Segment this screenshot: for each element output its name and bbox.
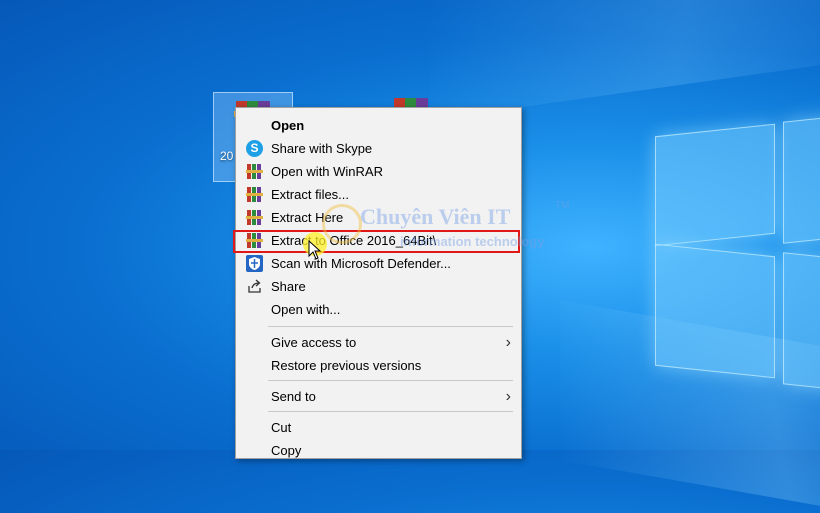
menu-item-restore-previous-versions[interactable]: Restore previous versions: [236, 354, 521, 377]
watermark-trademark: TM: [555, 200, 570, 211]
menu-item-label: Scan with Microsoft Defender...: [271, 256, 451, 271]
menu-separator: [268, 380, 513, 381]
menu-item-cut[interactable]: Cut: [236, 416, 521, 439]
winrar-icon: [246, 163, 263, 180]
winrar-icon: [246, 209, 263, 226]
menu-item-label: Share: [271, 279, 306, 294]
defender-shield-icon: [246, 255, 263, 272]
chevron-right-icon: ›: [505, 334, 511, 351]
menu-item-extract-here[interactable]: Extract Here: [236, 206, 521, 229]
menu-item-share-with-skype[interactable]: S Share with Skype: [236, 137, 521, 160]
menu-item-give-access-to[interactable]: Give access to ›: [236, 331, 521, 354]
chevron-right-icon: ›: [505, 388, 511, 405]
menu-item-label: Cut: [271, 420, 292, 435]
winrar-icon: [246, 186, 263, 203]
menu-item-copy[interactable]: Copy: [236, 439, 521, 462]
share-icon: [246, 278, 263, 295]
menu-item-label: Give access to: [271, 335, 357, 350]
menu-item-label: Open with...: [271, 302, 341, 317]
menu-item-scan-with-defender[interactable]: Scan with Microsoft Defender...: [236, 252, 521, 275]
highlight-annotation-box: [233, 230, 520, 253]
menu-item-label: Open with WinRAR: [271, 164, 383, 179]
menu-item-label: Send to: [271, 389, 316, 404]
context-menu: Open S Share with Skype Open with WinRAR…: [235, 107, 522, 459]
menu-item-extract-files[interactable]: Extract files...: [236, 183, 521, 206]
windows-logo: [655, 114, 820, 458]
skype-icon: S: [246, 140, 263, 157]
menu-item-label: Share with Skype: [271, 141, 373, 156]
menu-item-send-to[interactable]: Send to ›: [236, 385, 521, 408]
menu-item-label: Extract files...: [271, 187, 350, 202]
menu-separator: [268, 326, 513, 327]
light-beam: [430, 0, 820, 120]
menu-item-open-with-winrar[interactable]: Open with WinRAR: [236, 160, 521, 183]
menu-item-label: Extract Here: [271, 210, 344, 225]
menu-item-open-with[interactable]: Open with...: [236, 298, 521, 321]
menu-item-share[interactable]: Share: [236, 275, 521, 298]
menu-item-open[interactable]: Open: [236, 114, 521, 137]
menu-item-label: Restore previous versions: [271, 358, 422, 373]
menu-item-label: Open: [271, 118, 305, 133]
menu-separator: [268, 411, 513, 412]
menu-item-label: Copy: [271, 443, 302, 458]
